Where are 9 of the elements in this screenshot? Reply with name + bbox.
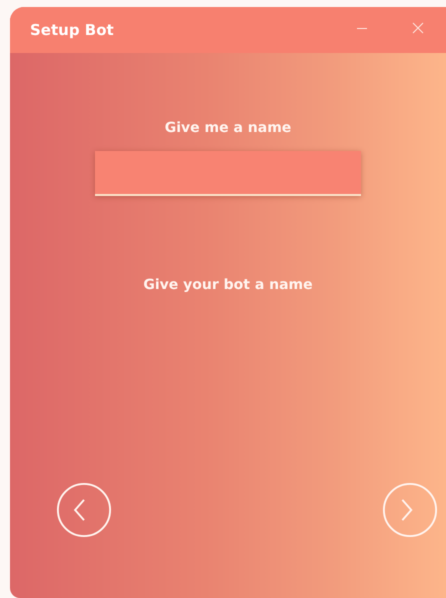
input-field[interactable] bbox=[95, 151, 361, 196]
close-icon bbox=[412, 22, 424, 34]
window-title: Setup Bot bbox=[30, 21, 114, 39]
hint-text: Give your bot a name bbox=[143, 276, 313, 294]
prompt-label: Give me a name bbox=[164, 119, 292, 137]
next-button[interactable] bbox=[382, 482, 438, 538]
back-button[interactable] bbox=[56, 482, 112, 538]
right-chevron-circle-icon bbox=[382, 482, 438, 538]
left-chevron-circle-icon bbox=[56, 482, 112, 538]
